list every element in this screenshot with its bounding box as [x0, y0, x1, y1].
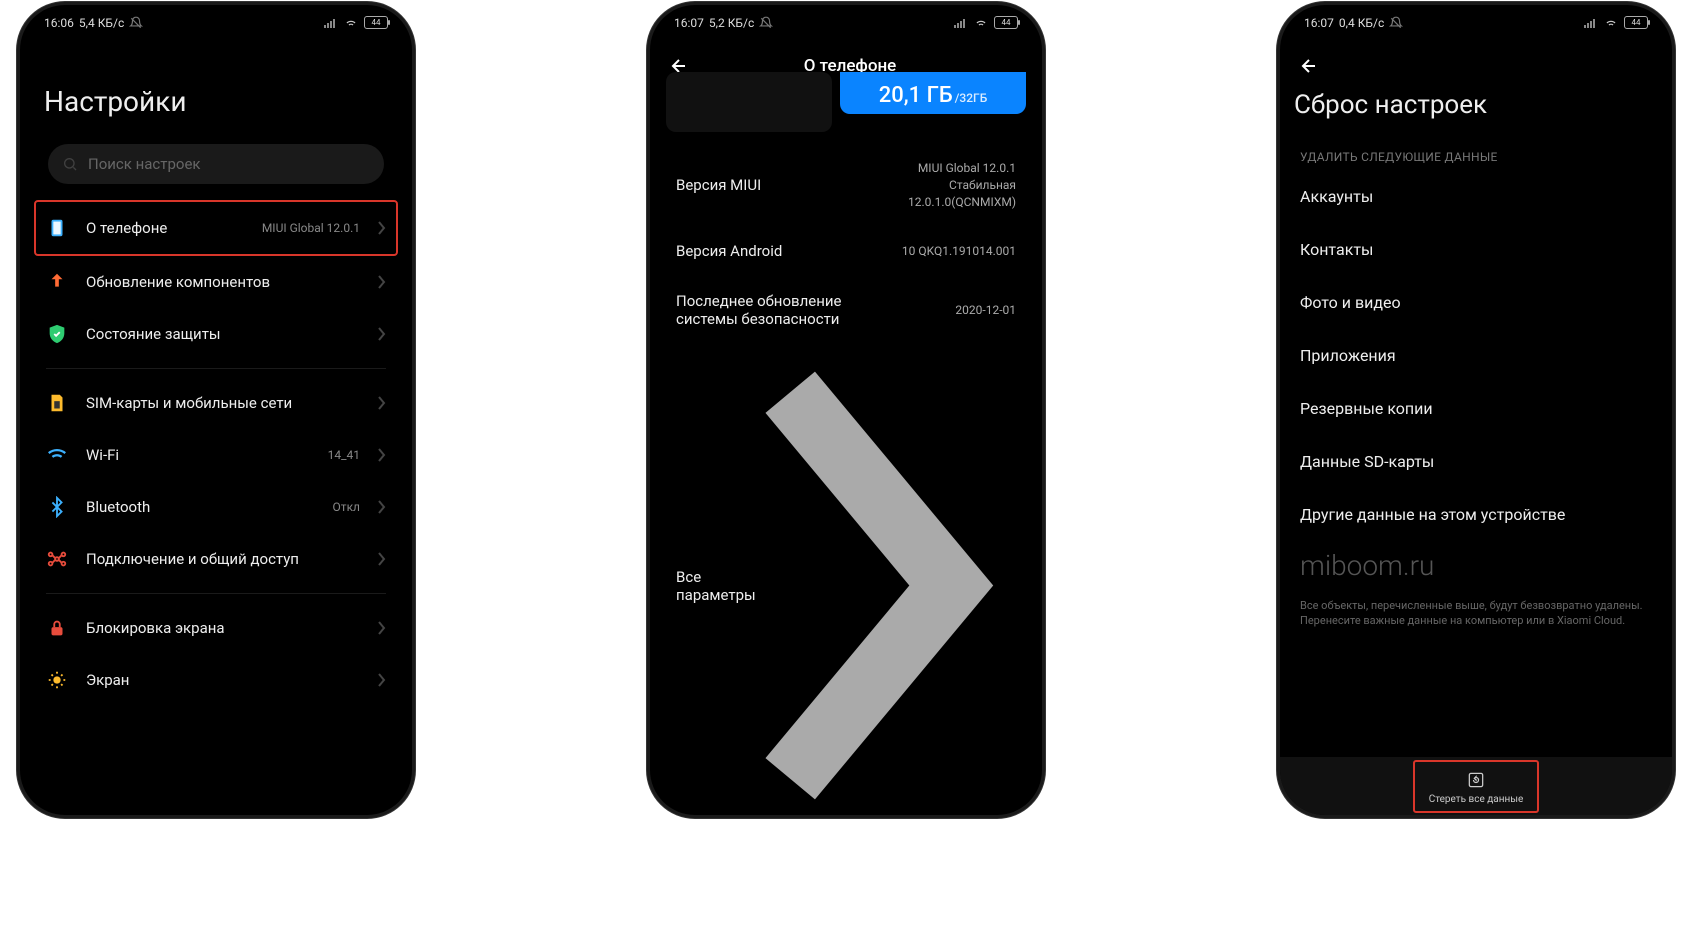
battery-icon: 44	[1624, 16, 1648, 29]
signal-icon	[954, 18, 968, 28]
row-android-version[interactable]: Версия Android 10 QKQ1.191014.001	[666, 226, 1026, 276]
row-about-phone[interactable]: О телефоне MIUI Global 12.0.1	[34, 200, 398, 256]
row-bluetooth[interactable]: Bluetooth Откл	[36, 481, 396, 533]
chevron-right-icon	[378, 448, 386, 462]
signal-icon	[324, 18, 338, 28]
watermark: miboom.ru	[1294, 541, 1658, 590]
status-bar: 16:07 5,2 КБ/с 44	[658, 5, 1034, 40]
wifi-icon	[974, 16, 988, 30]
chevron-right-icon	[378, 327, 386, 341]
status-time: 16:07	[1304, 16, 1334, 30]
do-not-disturb-icon	[1389, 16, 1403, 30]
status-speed: 0,4 КБ/с	[1339, 16, 1384, 30]
bottom-action-bar: Стереть все данные	[1280, 757, 1672, 815]
erase-all-data-button[interactable]: Стереть все данные	[1413, 760, 1540, 813]
battery-icon: 44	[994, 16, 1018, 29]
chevron-right-icon	[378, 396, 386, 410]
status-time: 16:06	[44, 16, 74, 30]
phone-about: 16:07 5,2 КБ/с 44 О телефоне 20,1 ГБ/32Г…	[650, 5, 1042, 815]
signal-icon	[1584, 18, 1598, 28]
page-title: Сброс настроек	[1288, 78, 1664, 140]
row-lock-screen[interactable]: Блокировка экрана	[36, 602, 396, 654]
disclaimer-text: Все объекты, перечисленные выше, будут б…	[1294, 590, 1658, 643]
item-photos-videos[interactable]: Фото и видео	[1294, 276, 1658, 329]
search-icon	[62, 156, 78, 172]
back-button[interactable]	[1294, 54, 1318, 78]
battery-icon: 44	[364, 16, 388, 29]
item-accounts[interactable]: Аккаунты	[1294, 170, 1658, 223]
chevron-right-icon	[378, 673, 386, 687]
chevron-right-icon	[758, 360, 1016, 811]
row-all-specs[interactable]: Все параметры	[666, 344, 1026, 815]
wifi-icon	[344, 16, 358, 30]
row-security-patch[interactable]: Последнее обновление системы безопасност…	[666, 276, 1026, 344]
bluetooth-icon	[46, 496, 68, 518]
phone-factory-reset: 16:07 0,4 КБ/с 44 Сброс настроек УДАЛИТЬ…	[1280, 5, 1672, 815]
search-input[interactable]: Поиск настроек	[48, 144, 384, 184]
row-display[interactable]: Экран	[36, 654, 396, 706]
search-placeholder: Поиск настроек	[88, 155, 201, 173]
sim-icon	[46, 392, 68, 414]
row-security-status[interactable]: Состояние защиты	[36, 308, 396, 360]
chevron-right-icon	[378, 221, 386, 235]
item-contacts[interactable]: Контакты	[1294, 223, 1658, 276]
phone-icon	[46, 217, 68, 239]
row-component-update[interactable]: Обновление компонентов	[36, 256, 396, 308]
wifi-icon	[46, 444, 68, 466]
update-icon	[46, 271, 68, 293]
chevron-right-icon	[378, 275, 386, 289]
row-sim-networks[interactable]: SIM-карты и мобильные сети	[36, 377, 396, 429]
item-other-data[interactable]: Другие данные на этом устройстве	[1294, 488, 1658, 541]
status-speed: 5,4 КБ/с	[79, 16, 124, 30]
shield-icon	[46, 323, 68, 345]
storage-card[interactable]: 20,1 ГБ/32ГБ	[666, 72, 1026, 132]
wifi-icon	[1604, 16, 1618, 30]
share-icon	[46, 548, 68, 570]
item-backups[interactable]: Резервные копии	[1294, 382, 1658, 435]
brightness-icon	[46, 669, 68, 691]
divider	[46, 368, 386, 369]
page-title: Настройки	[28, 40, 404, 138]
row-connection-sharing[interactable]: Подключение и общий доступ	[36, 533, 396, 585]
reset-icon	[1466, 770, 1486, 790]
item-apps[interactable]: Приложения	[1294, 329, 1658, 382]
phone-settings: 16:06 5,4 КБ/с 44 Настройки Поиск настро…	[20, 5, 412, 815]
row-wifi[interactable]: Wi-Fi 14_41	[36, 429, 396, 481]
row-miui-version[interactable]: Версия MIUI MIUI Global 12.0.1 Стабильна…	[666, 144, 1026, 226]
divider	[46, 593, 386, 594]
lock-icon	[46, 617, 68, 639]
status-bar: 16:06 5,4 КБ/с 44	[28, 5, 404, 40]
status-speed: 5,2 КБ/с	[709, 16, 754, 30]
do-not-disturb-icon	[129, 16, 143, 30]
section-caption: УДАЛИТЬ СЛЕДУЮЩИЕ ДАННЫЕ	[1294, 140, 1658, 170]
status-bar: 16:07 0,4 КБ/с 44	[1288, 5, 1664, 40]
chevron-right-icon	[378, 500, 386, 514]
status-time: 16:07	[674, 16, 704, 30]
chevron-right-icon	[378, 552, 386, 566]
item-sd-data[interactable]: Данные SD-карты	[1294, 435, 1658, 488]
chevron-right-icon	[378, 621, 386, 635]
do-not-disturb-icon	[759, 16, 773, 30]
